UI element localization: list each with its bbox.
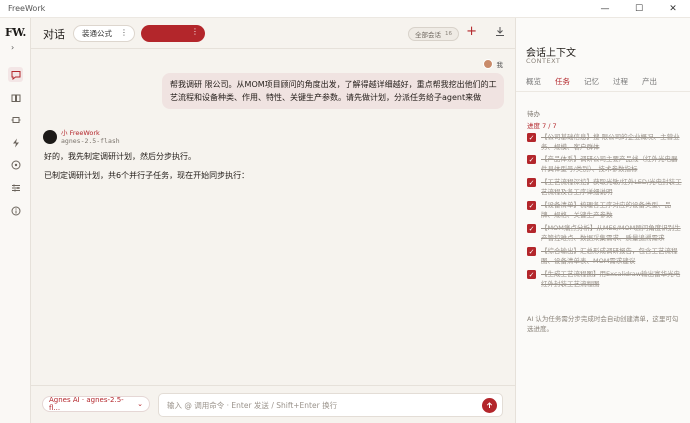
panel-tabs: 概览 任务 记忆 过程 产出 (526, 76, 671, 92)
task-text: 【综合输出】汇总形成调研报告，包含工艺流程图、设备清单表、MOM需求建议 (541, 247, 678, 265)
assistant-avatar (43, 130, 57, 144)
message-input-placeholder: 输入 @ 调用命令 · Enter 发送 / Shift+Enter 换行 (167, 401, 338, 410)
divider (516, 91, 690, 92)
sliders-icon[interactable] (8, 180, 23, 195)
checkbox[interactable]: ✓ (527, 201, 536, 210)
conversation-tag[interactable]: 装通公式 ⋮ (73, 25, 135, 42)
expand-sidebar-icon[interactable]: › (11, 43, 14, 52)
task-item[interactable]: ✓ 【生成工艺流程图】用Excalidraw输出富华光电红外封装工艺流程图 (527, 269, 683, 289)
user-avatar (482, 59, 493, 69)
task-item[interactable]: ✓ 【MOM痛点分析】从MES/MOM顾问角度识别生产管控难点、数据采集需求、质… (527, 223, 683, 243)
minimize-button[interactable]: — (588, 0, 622, 18)
assistant-name: 小 FreeWork (61, 129, 100, 137)
assistant-message: 已制定调研计划，共6个并行子任务，现在开始同步执行： (44, 171, 250, 180)
task-item[interactable]: ✓ 【产品体系】调研公司主要产品线（红外光电器件具体型号/类别）、技术参数指标 (527, 154, 683, 174)
compass-icon[interactable] (8, 157, 23, 172)
conversation-header: 对话 装通公式 ⋮ ⋮ 全部会话 16 + (31, 18, 515, 49)
context-panel: 会话上下文 CONTEXT 概览 任务 记忆 过程 产出 待办 进度 7 / 7… (515, 18, 690, 423)
checkbox[interactable]: ✓ (527, 247, 536, 256)
checkbox[interactable]: ✓ (527, 133, 536, 142)
app-logo: FW. (5, 26, 26, 39)
title-bar: FreeWork — ☐ ✕ (0, 0, 690, 18)
maximize-button[interactable]: ☐ (622, 0, 656, 18)
more-icon[interactable]: ⋮ (120, 28, 128, 37)
task-text: 【生成工艺流程图】用Excalidraw输出富华光电红外封装工艺流程图 (541, 270, 681, 288)
task-item[interactable]: ✓ 【设备清单】梳理各工序对应的设备类型、品牌、规格、关键生产参数 (527, 200, 683, 220)
tab-process[interactable]: 过程 (613, 76, 628, 92)
new-conversation-icon[interactable]: + (466, 25, 477, 39)
puzzle-icon[interactable] (8, 112, 23, 127)
task-text: 【MOM痛点分析】从MES/MOM顾问角度识别生产管控难点、数据采集需求、质量追… (541, 224, 681, 242)
section-label: 待办 (527, 110, 540, 118)
panel-subtitle: CONTEXT (526, 57, 561, 65)
book-icon[interactable] (8, 90, 23, 105)
chat-icon[interactable] (8, 67, 23, 82)
tab-output[interactable]: 产出 (642, 76, 657, 92)
info-icon[interactable] (8, 203, 23, 218)
all-conversations-label: 全部会话 (415, 31, 441, 39)
app-title: FreeWork (8, 4, 46, 13)
task-text: 【产品体系】调研公司主要产品线（红外光电器件具体型号/类别）、技术参数指标 (541, 155, 678, 173)
download-icon[interactable] (495, 26, 505, 39)
task-text: 【公司基础信息】搜 限公司的企业概况、主营业务、规模、客户群体 (541, 133, 680, 151)
task-item[interactable]: ✓ 【公司基础信息】搜 限公司的企业概况、主营业务、规模、客户群体 (527, 132, 683, 152)
tab-overview[interactable]: 概览 (526, 76, 541, 92)
model-selector[interactable]: Agnes AI · agnes-2.5-fl... ⌄ (42, 396, 150, 412)
left-rail: FW. › (0, 18, 31, 423)
model-selector-label: Agnes AI · agnes-2.5-fl... (49, 396, 124, 412)
user-message: 帮我调研 限公司。从MOM项目顾问的角度出发，了解得越详细越好，重点帮我挖出他们… (162, 73, 504, 109)
checkbox[interactable]: ✓ (527, 224, 536, 233)
task-text: 【设备清单】梳理各工序对应的设备类型、品牌、规格、关键生产参数 (541, 201, 671, 219)
panel-note: AI 认为任务需分步完成时会自动创建清单，这里可勾选进度。 (527, 315, 679, 333)
progress-text: 进度 7 / 7 (527, 122, 557, 130)
user-label: 我 (496, 61, 504, 69)
bolt-icon[interactable] (8, 135, 23, 150)
checkbox[interactable]: ✓ (527, 155, 536, 164)
user-meta: 我 (482, 59, 504, 69)
task-item[interactable]: ✓ 【综合输出】汇总形成调研报告，包含工艺流程图、设备清单表、MOM需求建议 (527, 246, 683, 266)
more-icon[interactable]: ⋮ (191, 27, 199, 36)
input-bar: Agnes AI · agnes-2.5-fl... ⌄ 输入 @ 调用命令 ·… (31, 385, 515, 423)
page-title: 对话 (43, 28, 65, 41)
window-controls: — ☐ ✕ (588, 0, 690, 18)
tab-tasks[interactable]: 任务 (555, 76, 570, 92)
conversation-count: 16 (445, 31, 452, 37)
conversation-tag-label: 装通公式 (82, 29, 112, 38)
assistant-message: 好的，我先制定调研计划，然后分步执行。 (44, 152, 196, 161)
checkbox[interactable]: ✓ (527, 178, 536, 187)
message-input[interactable]: 输入 @ 调用命令 · Enter 发送 / Shift+Enter 换行 (158, 393, 503, 417)
close-button[interactable]: ✕ (656, 0, 690, 18)
chevron-down-icon: ⌄ (137, 400, 143, 408)
task-item[interactable]: ✓ 【工艺流程深挖】获取光敏/红外LED/光电封装工艺流程及各工序详细说明 (527, 177, 683, 197)
assistant-header: 小 FreeWork agnes-2.5-flash (43, 129, 120, 146)
all-conversations-button[interactable]: 全部会话 16 (408, 27, 459, 41)
active-conversation-tag[interactable]: ⋮ (141, 25, 205, 42)
assistant-model: agnes-2.5-flash (61, 137, 120, 145)
conversation-area: 对话 装通公式 ⋮ ⋮ 全部会话 16 + 我 帮我调研 限公司。从MOM项目顾… (31, 18, 515, 423)
task-text: 【工艺流程深挖】获取光敏/红外LED/光电封装工艺流程及各工序详细说明 (541, 178, 682, 196)
tab-memory[interactable]: 记忆 (584, 76, 599, 92)
checkbox[interactable]: ✓ (527, 270, 536, 279)
send-button[interactable] (482, 398, 497, 413)
